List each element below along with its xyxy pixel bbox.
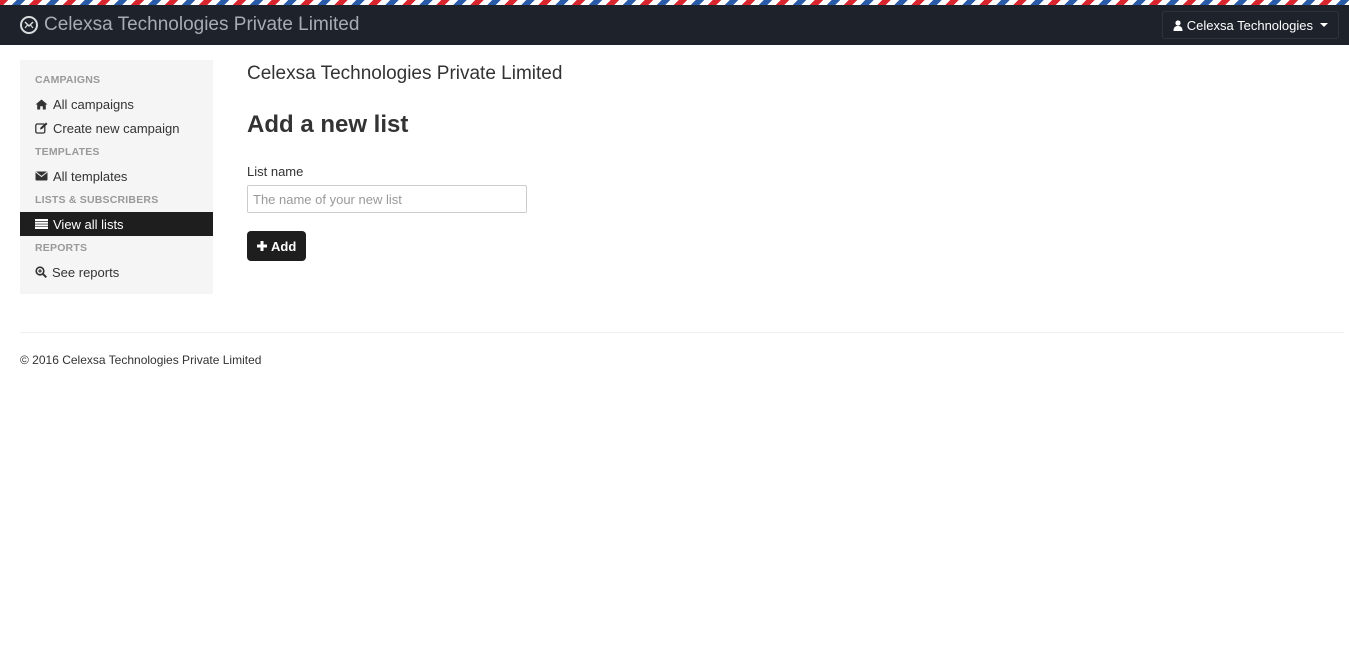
caret-down-icon: [1320, 23, 1328, 27]
sidebar-item-label: View all lists: [53, 216, 124, 232]
plus-icon: [257, 241, 267, 251]
user-menu-button[interactable]: Celexsa Technologies: [1161, 11, 1339, 39]
list-name-input[interactable]: [247, 185, 527, 213]
list-name-label: List name: [247, 164, 304, 179]
top-navbar: Celexsa Technologies Private Limited Cel…: [0, 5, 1349, 45]
sidebar-header-templates: TEMPLATES: [35, 146, 100, 158]
sidebar-item-see-reports[interactable]: See reports: [20, 260, 213, 284]
add-button-label: Add: [271, 238, 297, 254]
home-icon: [35, 99, 48, 109]
sidebar-header-campaigns: CAMPAIGNS: [35, 74, 101, 86]
sidebar-item-all-campaigns[interactable]: All campaigns: [20, 92, 213, 116]
user-menu-label: Celexsa Technologies: [1186, 17, 1313, 33]
sidebar: CAMPAIGNS All campaigns Create new campa…: [20, 60, 213, 294]
sidebar-header-lists: LISTS & SUBSCRIBERS: [35, 194, 159, 206]
sidebar-item-all-templates[interactable]: All templates: [20, 164, 213, 188]
brand-link[interactable]: Celexsa Technologies Private Limited: [20, 5, 359, 45]
footer-text: © 2016 Celexsa Technologies Private Limi…: [20, 353, 262, 367]
envelope-logo-icon: [20, 16, 38, 34]
main-content: Celexsa Technologies Private Limited Add…: [247, 60, 1327, 261]
sidebar-item-create-campaign[interactable]: Create new campaign: [20, 116, 213, 140]
sidebar-item-label: All templates: [53, 168, 128, 184]
sidebar-item-label: See reports: [52, 264, 120, 280]
add-list-button[interactable]: Add: [247, 231, 307, 261]
user-icon: [1173, 19, 1183, 31]
company-name: Celexsa Technologies Private Limited: [247, 63, 563, 84]
list-icon: [35, 219, 48, 229]
sidebar-item-label: All campaigns: [53, 96, 134, 112]
edit-icon: [35, 122, 48, 134]
envelope-icon: [35, 171, 48, 181]
zoom-icon: [35, 266, 47, 278]
sidebar-header-reports: REPORTS: [35, 242, 88, 254]
brand-name: Celexsa Technologies Private Limited: [44, 14, 360, 35]
page-title: Add a new list: [247, 111, 409, 138]
footer-divider: [20, 332, 1344, 333]
sidebar-item-label: Create new campaign: [53, 120, 180, 136]
sidebar-item-view-all-lists[interactable]: View all lists: [20, 212, 213, 236]
